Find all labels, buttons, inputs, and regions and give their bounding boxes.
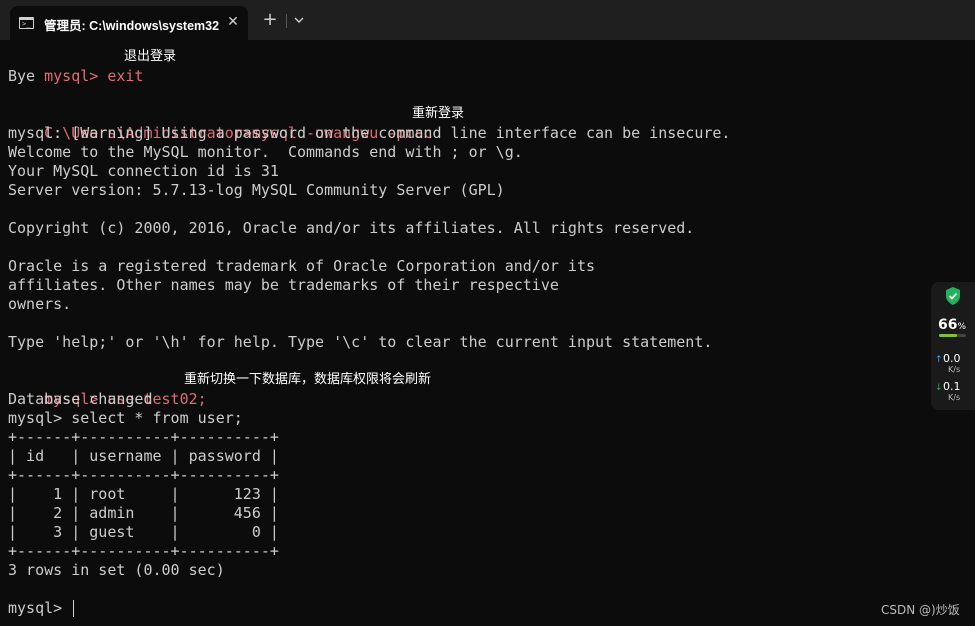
terminal-line: Type 'help;' or '\h' for help. Type '\c'… [8, 333, 713, 351]
title-bar: >_ 管理员: C:\windows\system32 ✕ + [0, 0, 975, 40]
terminal-line: Bye [8, 67, 36, 85]
terminal-line: 3 rows in set (0.00 sec) [8, 561, 225, 579]
table-border: +------+----------+----------+ [8, 428, 279, 446]
annotation-note: 退出登录 [122, 48, 179, 65]
terminal-icon: >_ [19, 17, 34, 29]
watermark: CSDN @)炒饭 [881, 603, 960, 617]
system-monitor-widget[interactable]: 66% ↑0.0 K/s ↓0.1 K/s [931, 282, 975, 410]
memory-percent: 66% [938, 317, 967, 333]
terminal-output[interactable]: mysql> exit 退出登录 Bye C:\Users\Administra… [8, 48, 968, 618]
chevron-down-icon[interactable] [290, 10, 308, 30]
divider [286, 14, 287, 28]
table-row: | 1 | root | 123 | [8, 485, 279, 503]
terminal-tab[interactable]: >_ 管理员: C:\windows\system32 ✕ [10, 6, 248, 40]
terminal-line: owners. [8, 295, 72, 313]
terminal-line: Oracle is a registered trademark of Orac… [8, 257, 595, 275]
table-row: | 3 | guest | 0 | [8, 523, 279, 541]
shield-check-icon [944, 286, 962, 306]
terminal-line: C:\Users\Administrator>mysql -uwangwu -p… [8, 105, 968, 142]
terminal-line: Copyright (c) 2000, 2016, Oracle and/or … [8, 219, 695, 237]
table-border: +------+----------+----------+ [8, 542, 279, 560]
download-speed: ↓0.1 K/s [935, 380, 961, 402]
usage-bar-fill [939, 334, 957, 337]
arrow-down-icon: ↓ [935, 383, 943, 393]
terminal-line: mysql> use test02; 重新切换一下数据库，数据库权限将会刷新 [8, 371, 968, 408]
terminal-line: mysql> select * from user; [8, 409, 243, 427]
terminal-line: Welcome to the MySQL monitor. Commands e… [8, 143, 523, 161]
terminal-line: Server version: 5.7.13-log MySQL Communi… [8, 181, 505, 199]
usage-bar [939, 334, 966, 337]
tab-title: 管理员: C:\windows\system32 [44, 19, 220, 33]
terminal-line: Your MySQL connection id is 31 [8, 162, 279, 180]
text-cursor [73, 600, 75, 617]
arrow-up-icon: ↑ [935, 355, 943, 365]
close-icon[interactable]: ✕ [224, 13, 242, 31]
terminal-line: mysql: [Warning] Using a password on the… [8, 124, 731, 142]
prompt-line[interactable]: mysql> [8, 599, 968, 618]
annotation-note: 重新登录 [410, 105, 467, 122]
upload-speed: ↑0.0 K/s [935, 352, 961, 374]
table-header: | id | username | password | [8, 447, 279, 465]
table-border: +------+----------+----------+ [8, 466, 279, 484]
terminal-line: mysql> exit 退出登录 [8, 48, 968, 85]
terminal-line: Database changed [8, 390, 153, 408]
table-row: | 2 | admin | 456 | [8, 504, 279, 522]
prompt-text: mysql> [8, 599, 72, 617]
annotation-note: 重新切换一下数据库，数据库权限将会刷新 [182, 371, 434, 388]
terminal-line: affiliates. Other names may be trademark… [8, 276, 559, 294]
new-tab-button[interactable]: + [260, 10, 280, 30]
